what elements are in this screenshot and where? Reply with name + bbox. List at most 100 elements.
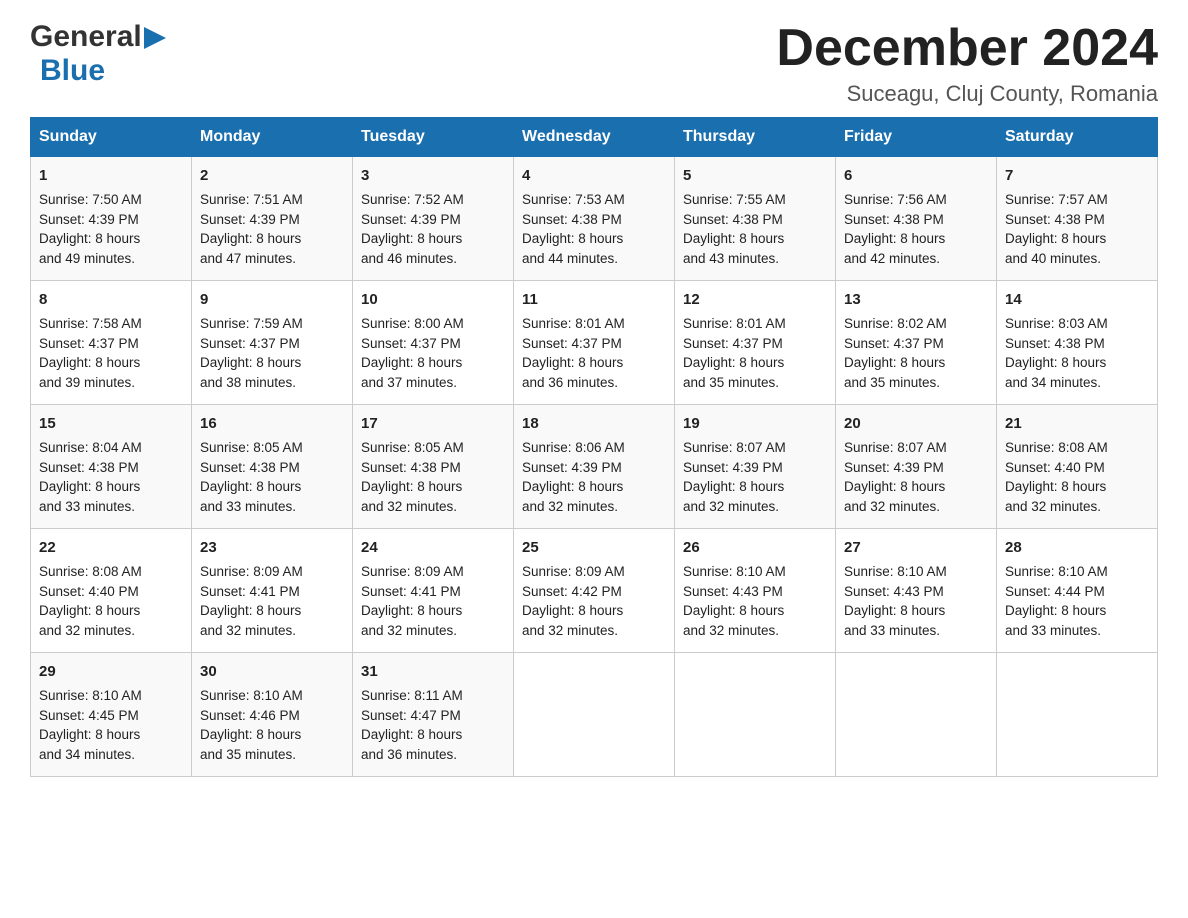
calendar-week-row: 29Sunrise: 8:10 AMSunset: 4:45 PMDayligh… (31, 653, 1158, 777)
sunrise-info: Sunrise: 8:10 AM (39, 688, 142, 703)
day-number: 31 (361, 661, 505, 683)
daylight-info: Daylight: 8 hoursand 32 minutes. (39, 603, 140, 638)
sunrise-info: Sunrise: 8:04 AM (39, 440, 142, 455)
day-number: 23 (200, 537, 344, 559)
calendar-cell: 9Sunrise: 7:59 AMSunset: 4:37 PMDaylight… (192, 281, 353, 405)
sunset-info: Sunset: 4:40 PM (1005, 460, 1105, 475)
calendar-cell: 22Sunrise: 8:08 AMSunset: 4:40 PMDayligh… (31, 529, 192, 653)
sunrise-info: Sunrise: 8:07 AM (844, 440, 947, 455)
calendar-cell: 14Sunrise: 8:03 AMSunset: 4:38 PMDayligh… (997, 281, 1158, 405)
daylight-info: Daylight: 8 hoursand 39 minutes. (39, 355, 140, 390)
sunrise-info: Sunrise: 8:00 AM (361, 316, 464, 331)
daylight-info: Daylight: 8 hoursand 38 minutes. (200, 355, 301, 390)
daylight-info: Daylight: 8 hoursand 34 minutes. (1005, 355, 1106, 390)
sunset-info: Sunset: 4:39 PM (361, 212, 461, 227)
day-number: 25 (522, 537, 666, 559)
calendar-cell: 12Sunrise: 8:01 AMSunset: 4:37 PMDayligh… (675, 281, 836, 405)
sunset-info: Sunset: 4:38 PM (361, 460, 461, 475)
day-number: 18 (522, 413, 666, 435)
sunset-info: Sunset: 4:43 PM (844, 584, 944, 599)
sunset-info: Sunset: 4:37 PM (39, 336, 139, 351)
day-number: 15 (39, 413, 183, 435)
sunset-info: Sunset: 4:39 PM (200, 212, 300, 227)
daylight-info: Daylight: 8 hoursand 32 minutes. (683, 603, 784, 638)
sunset-info: Sunset: 4:39 PM (844, 460, 944, 475)
sunrise-info: Sunrise: 8:05 AM (200, 440, 303, 455)
calendar-cell: 24Sunrise: 8:09 AMSunset: 4:41 PMDayligh… (353, 529, 514, 653)
calendar-week-row: 15 Sunrise: 8:04 AM Sunset: 4:38 PM Dayligh… (31, 405, 1158, 529)
calendar-cell (675, 653, 836, 777)
day-number: 3 (361, 165, 505, 187)
sunset-info: Sunset: 4:37 PM (200, 336, 300, 351)
calendar-cell: 4Sunrise: 7:53 AMSunset: 4:38 PMDaylight… (514, 157, 675, 281)
calendar-cell: 19Sunrise: 8:07 AMSunset: 4:39 PMDayligh… (675, 405, 836, 529)
daylight-info: Daylight: 8 hoursand 35 minutes. (200, 727, 301, 762)
calendar-week-row: 8Sunrise: 7:58 AMSunset: 4:37 PMDaylight… (31, 281, 1158, 405)
sunrise-info: Sunrise: 7:53 AM (522, 192, 625, 207)
sunset-info: Sunset: 4:39 PM (39, 212, 139, 227)
sunset-info: Sunset: 4:38 PM (39, 460, 139, 475)
sunset-info: Sunset: 4:37 PM (361, 336, 461, 351)
day-number: 7 (1005, 165, 1149, 187)
calendar-day-header: Thursday (675, 118, 836, 157)
sunrise-info: Sunrise: 8:10 AM (1005, 564, 1108, 579)
sunrise-info: Sunrise: 7:51 AM (200, 192, 303, 207)
calendar-day-header: Sunday (31, 118, 192, 157)
day-number: 11 (522, 289, 666, 311)
daylight-info: Daylight: 8 hoursand 49 minutes. (39, 231, 140, 266)
calendar-cell: 8Sunrise: 7:58 AMSunset: 4:37 PMDaylight… (31, 281, 192, 405)
sunrise-info: Sunrise: 8:02 AM (844, 316, 947, 331)
calendar-cell: 27Sunrise: 8:10 AMSunset: 4:43 PMDayligh… (836, 529, 997, 653)
sunrise-info: Sunrise: 8:01 AM (522, 316, 625, 331)
calendar-day-header: Friday (836, 118, 997, 157)
calendar-table: SundayMondayTuesdayWednesdayThursdayFrid… (30, 117, 1158, 777)
calendar-cell (836, 653, 997, 777)
calendar-cell: 3Sunrise: 7:52 AMSunset: 4:39 PMDaylight… (353, 157, 514, 281)
day-number: 19 (683, 413, 827, 435)
day-number: 2 (200, 165, 344, 187)
day-number: 5 (683, 165, 827, 187)
day-number: 29 (39, 661, 183, 683)
page-header: General Blue December 2024 Suceagu, Cluj… (30, 20, 1158, 107)
daylight-info: Daylight: 8 hoursand 33 minutes. (844, 603, 945, 638)
daylight-info: Daylight: 8 hoursand 37 minutes. (361, 355, 462, 390)
sunset-info: Sunset: 4:38 PM (200, 460, 300, 475)
day-number: 10 (361, 289, 505, 311)
day-number: 27 (844, 537, 988, 559)
logo-general-text: General (30, 20, 142, 54)
sunset-info: Sunset: 4:38 PM (683, 212, 783, 227)
calendar-cell: 26Sunrise: 8:10 AMSunset: 4:43 PMDayligh… (675, 529, 836, 653)
daylight-info: Daylight: 8 hoursand 32 minutes. (683, 479, 784, 514)
calendar-cell: 15Sunrise: 8:04 AMSunset: 4:38 PMDayligh… (31, 405, 192, 529)
sunrise-info: Sunrise: 8:01 AM (683, 316, 786, 331)
daylight-info: Daylight: 8 hoursand 33 minutes. (200, 479, 301, 514)
logo: General Blue (30, 20, 166, 88)
sunset-info: Sunset: 4:38 PM (1005, 212, 1105, 227)
sunrise-info: Sunrise: 8:09 AM (200, 564, 303, 579)
calendar-cell: 13Sunrise: 8:02 AMSunset: 4:37 PMDayligh… (836, 281, 997, 405)
calendar-day-header: Wednesday (514, 118, 675, 157)
calendar-cell: 28Sunrise: 8:10 AMSunset: 4:44 PMDayligh… (997, 529, 1158, 653)
calendar-day-header: Tuesday (353, 118, 514, 157)
calendar-cell: 25Sunrise: 8:09 AMSunset: 4:42 PMDayligh… (514, 529, 675, 653)
sunrise-info: Sunrise: 7:50 AM (39, 192, 142, 207)
calendar-cell: 31Sunrise: 8:11 AMSunset: 4:47 PMDayligh… (353, 653, 514, 777)
calendar-title: December 2024 (776, 20, 1158, 77)
day-number: 21 (1005, 413, 1149, 435)
daylight-info: Daylight: 8 hoursand 44 minutes. (522, 231, 623, 266)
title-section: December 2024 Suceagu, Cluj County, Roma… (776, 20, 1158, 107)
calendar-cell: 17Sunrise: 8:05 AMSunset: 4:38 PMDayligh… (353, 405, 514, 529)
daylight-info: Daylight: 8 hoursand 42 minutes. (844, 231, 945, 266)
day-number: 14 (1005, 289, 1149, 311)
sunrise-info: Sunrise: 8:09 AM (361, 564, 464, 579)
calendar-cell: 6Sunrise: 7:56 AMSunset: 4:38 PMDaylight… (836, 157, 997, 281)
sunset-info: Sunset: 4:39 PM (683, 460, 783, 475)
calendar-cell: 2Sunrise: 7:51 AMSunset: 4:39 PMDaylight… (192, 157, 353, 281)
daylight-info: Daylight: 8 hoursand 32 minutes. (522, 603, 623, 638)
daylight-info: Daylight: 8 hoursand 32 minutes. (844, 479, 945, 514)
calendar-cell: 21Sunrise: 8:08 AMSunset: 4:40 PMDayligh… (997, 405, 1158, 529)
daylight-info: Daylight: 8 hoursand 32 minutes. (1005, 479, 1106, 514)
calendar-day-header: Monday (192, 118, 353, 157)
calendar-cell: 29Sunrise: 8:10 AMSunset: 4:45 PMDayligh… (31, 653, 192, 777)
sunset-info: Sunset: 4:41 PM (361, 584, 461, 599)
